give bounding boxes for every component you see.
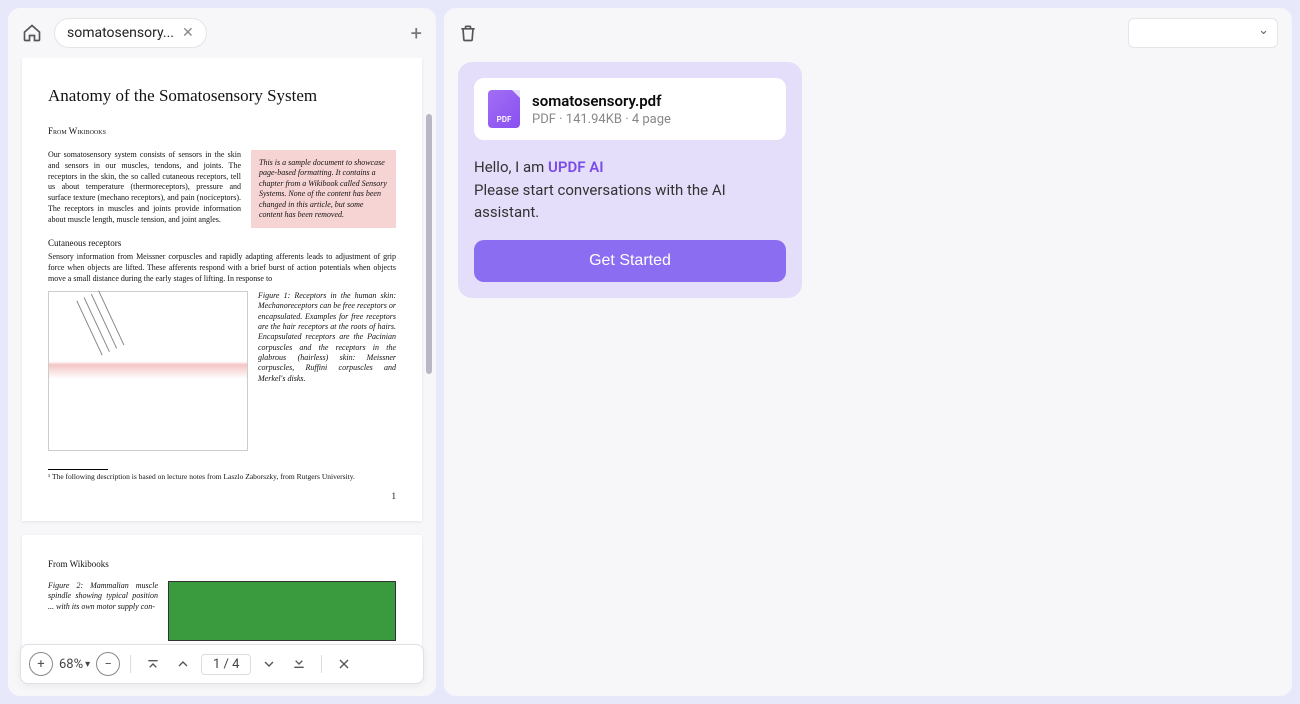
last-page-button[interactable] (287, 652, 311, 676)
page2-header: From Wikibooks (48, 559, 396, 569)
close-toolbar-button[interactable] (332, 652, 356, 676)
figure-1-caption: Figure 1: Receptors in the human skin: M… (258, 291, 396, 451)
section-heading: Cutaneous receptors (48, 238, 396, 248)
file-name: somatosensory.pdf (532, 92, 671, 110)
prev-page-button[interactable] (171, 652, 195, 676)
separator (130, 655, 131, 673)
home-icon[interactable] (22, 23, 42, 43)
ai-name: UPDF AI (548, 158, 604, 176)
file-card[interactable]: somatosensory.pdf PDF · 141.94KB · 4 pag… (474, 78, 786, 140)
first-page-button[interactable] (141, 652, 165, 676)
zoom-in-button[interactable]: + (29, 652, 53, 676)
ai-pane: somatosensory.pdf PDF · 141.94KB · 4 pag… (444, 8, 1292, 696)
left-header: somatosensory... ✕ + (8, 8, 436, 58)
pdf-file-icon (488, 90, 520, 128)
trash-icon[interactable] (458, 23, 478, 43)
model-select-dropdown[interactable] (1128, 18, 1278, 48)
source-line: From Wikibooks (48, 126, 396, 136)
scrollbar[interactable] (426, 114, 432, 374)
zoom-out-button[interactable]: − (96, 652, 120, 676)
page-title: Anatomy of the Somatosensory System (48, 86, 396, 106)
separator (321, 655, 322, 673)
document-tab[interactable]: somatosensory... ✕ (54, 18, 207, 48)
pdf-page-1: Anatomy of the Somatosensory System From… (22, 58, 422, 521)
figure-2-image (168, 581, 396, 641)
get-started-button[interactable]: Get Started (474, 240, 786, 282)
new-tab-button[interactable]: + (411, 21, 422, 45)
viewer-toolbar: + 68% ▾ − 1 / 4 (20, 644, 424, 684)
pdf-pane: somatosensory... ✕ + Anatomy of the Soma… (8, 8, 436, 696)
intro-paragraph: Our somatosensory system consists of sen… (48, 150, 241, 228)
tab-title: somatosensory... (67, 25, 174, 41)
next-page-button[interactable] (257, 652, 281, 676)
footnote: ¹ The following description is based on … (48, 465, 396, 481)
callout-note: This is a sample document to showcase pa… (251, 150, 396, 228)
ai-card: somatosensory.pdf PDF · 141.94KB · 4 pag… (458, 62, 802, 298)
pdf-viewer[interactable]: Anatomy of the Somatosensory System From… (8, 58, 436, 696)
page-input[interactable]: 1 / 4 (201, 654, 251, 675)
close-tab-icon[interactable]: ✕ (182, 25, 194, 41)
zoom-level[interactable]: 68% ▾ (59, 657, 90, 672)
page-number: 1 (48, 491, 396, 501)
file-meta: PDF · 141.94KB · 4 page (532, 112, 671, 127)
section-body: Sensory information from Meissner corpus… (48, 252, 396, 284)
ai-intro: Hello, I am UPDF AI Please start convers… (474, 156, 786, 224)
figure-2-caption: Figure 2: Mammalian muscle spindle showi… (48, 581, 158, 641)
right-header (444, 8, 1292, 58)
figure-1-image (48, 291, 248, 451)
